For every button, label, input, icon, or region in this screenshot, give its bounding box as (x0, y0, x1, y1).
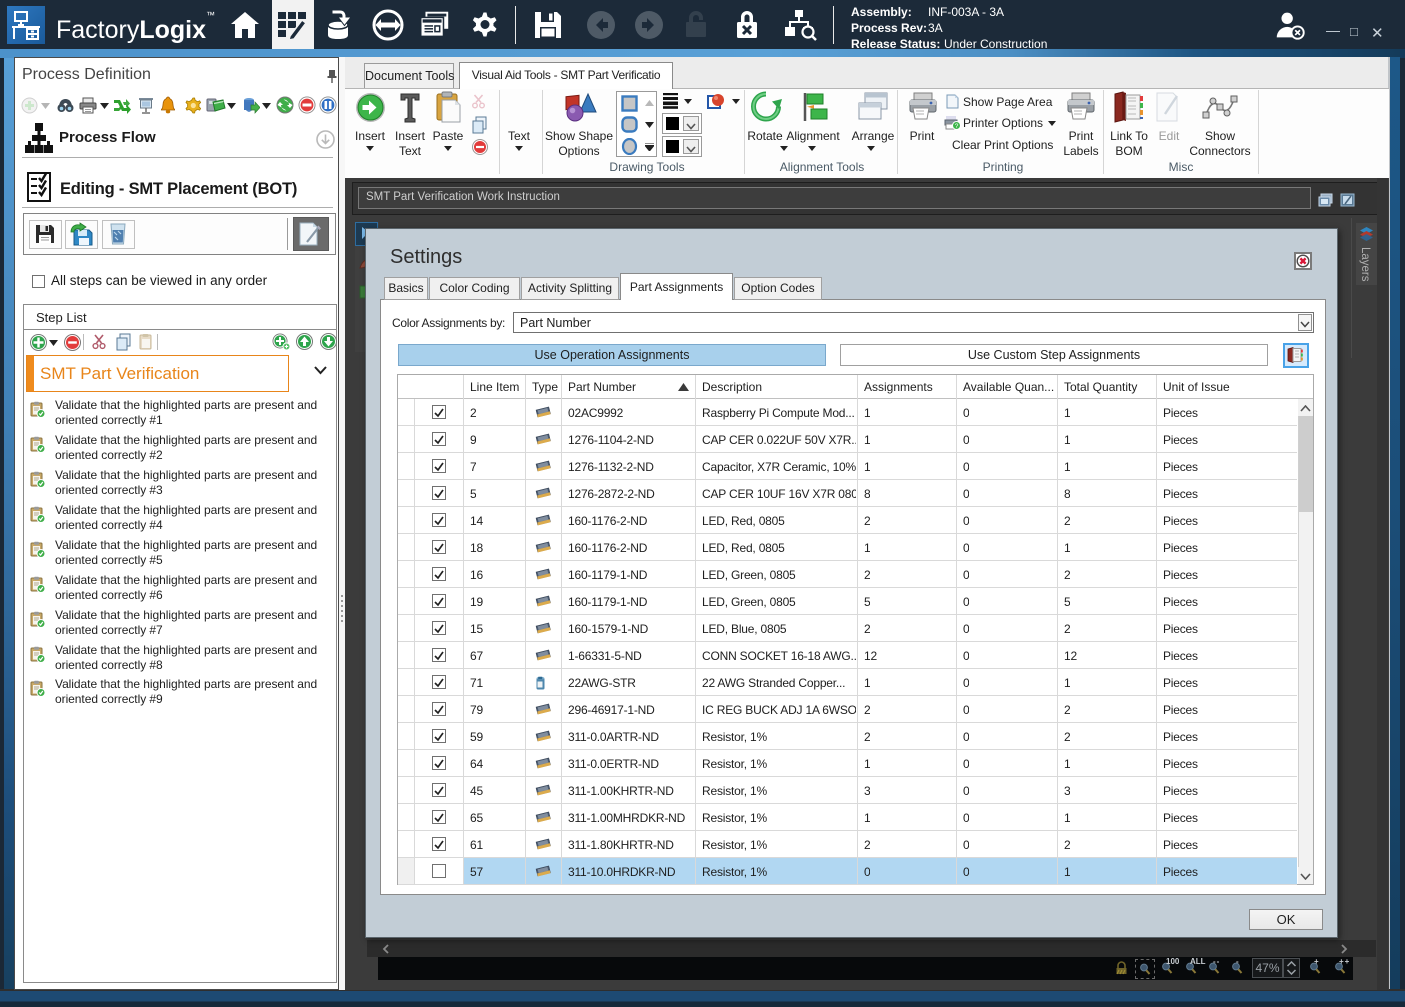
svg-text:?: ? (955, 123, 959, 130)
